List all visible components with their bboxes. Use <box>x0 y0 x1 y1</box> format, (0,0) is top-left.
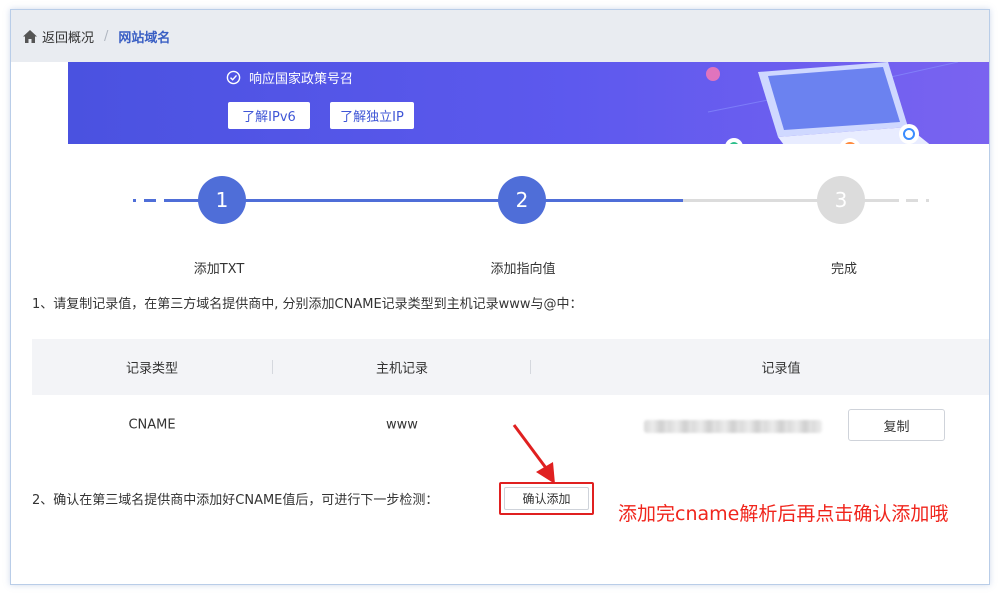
back-to-overview-link[interactable]: 返回概况 <box>42 27 94 46</box>
step-1-circle: 1 <box>198 176 246 224</box>
instruction-copy-record: 1、请复制记录值，在第三方域名提供商中, 分别添加CNAME记录类型到主机记录w… <box>32 297 583 312</box>
step-2-label: 添加指向值 <box>490 262 556 277</box>
copy-button[interactable]: 复制 <box>848 409 945 441</box>
step-2-circle: 2 <box>498 176 546 224</box>
progress-steps: 1 2 3 添加TXT 添加指向值 完成 <box>11 170 989 280</box>
breadcrumb-current: 网站域名 <box>118 30 171 46</box>
learn-dedicated-ip-button[interactable]: 了解独立IP <box>330 102 414 129</box>
header-record-value: 记录值 <box>761 361 801 377</box>
ipv6-banner: 响应国家政策号召 了解IPv6 了解独立IP <box>68 62 989 144</box>
cell-host-record: www <box>386 417 418 433</box>
annotation-note: 添加完cname解析后再点击确认添加哦 <box>618 503 949 525</box>
step-line-dot <box>133 199 136 202</box>
step-3-label: 完成 <box>830 262 858 277</box>
confirm-highlight-box: 确认添加 <box>499 482 594 515</box>
breadcrumb-separator: / <box>104 28 109 44</box>
cell-record-value-redacted <box>644 420 822 433</box>
banner-slogan: 响应国家政策号召 <box>226 68 353 87</box>
step-line-dash <box>144 199 156 202</box>
header-divider <box>272 360 273 374</box>
header-host-record: 主机记录 <box>375 361 429 377</box>
header-divider <box>530 360 531 374</box>
instruction-confirm: 2、确认在第三域名提供商中添加好CNAME值后，可进行下一步检测： <box>32 493 439 508</box>
confirm-add-button[interactable]: 确认添加 <box>504 487 589 510</box>
learn-ipv6-button[interactable]: 了解IPv6 <box>228 102 310 129</box>
banner-slogan-text: 响应国家政策号召 <box>249 72 354 87</box>
header-record-type: 记录类型 <box>125 361 179 377</box>
step-line-pending <box>683 199 899 202</box>
main-window: 返回概况 / 网站域名 响应国家政策号召 了解IPv6 了解独立IP 1 2 3… <box>10 9 990 585</box>
step-1-label: 添加TXT <box>193 262 245 277</box>
step-line-dot-end <box>926 199 929 202</box>
dns-table-header: 记录类型 主机记录 记录值 <box>32 339 989 395</box>
check-circle-icon <box>226 70 241 85</box>
breadcrumb: 返回概况 / 网站域名 <box>11 10 989 62</box>
laptop-illustration-icon <box>706 62 959 144</box>
step-3-circle: 3 <box>817 176 865 224</box>
cell-record-type: CNAME <box>128 417 176 433</box>
red-arrow-icon <box>512 424 555 484</box>
step-line-dash-end <box>906 199 918 202</box>
home-icon[interactable] <box>23 29 37 43</box>
